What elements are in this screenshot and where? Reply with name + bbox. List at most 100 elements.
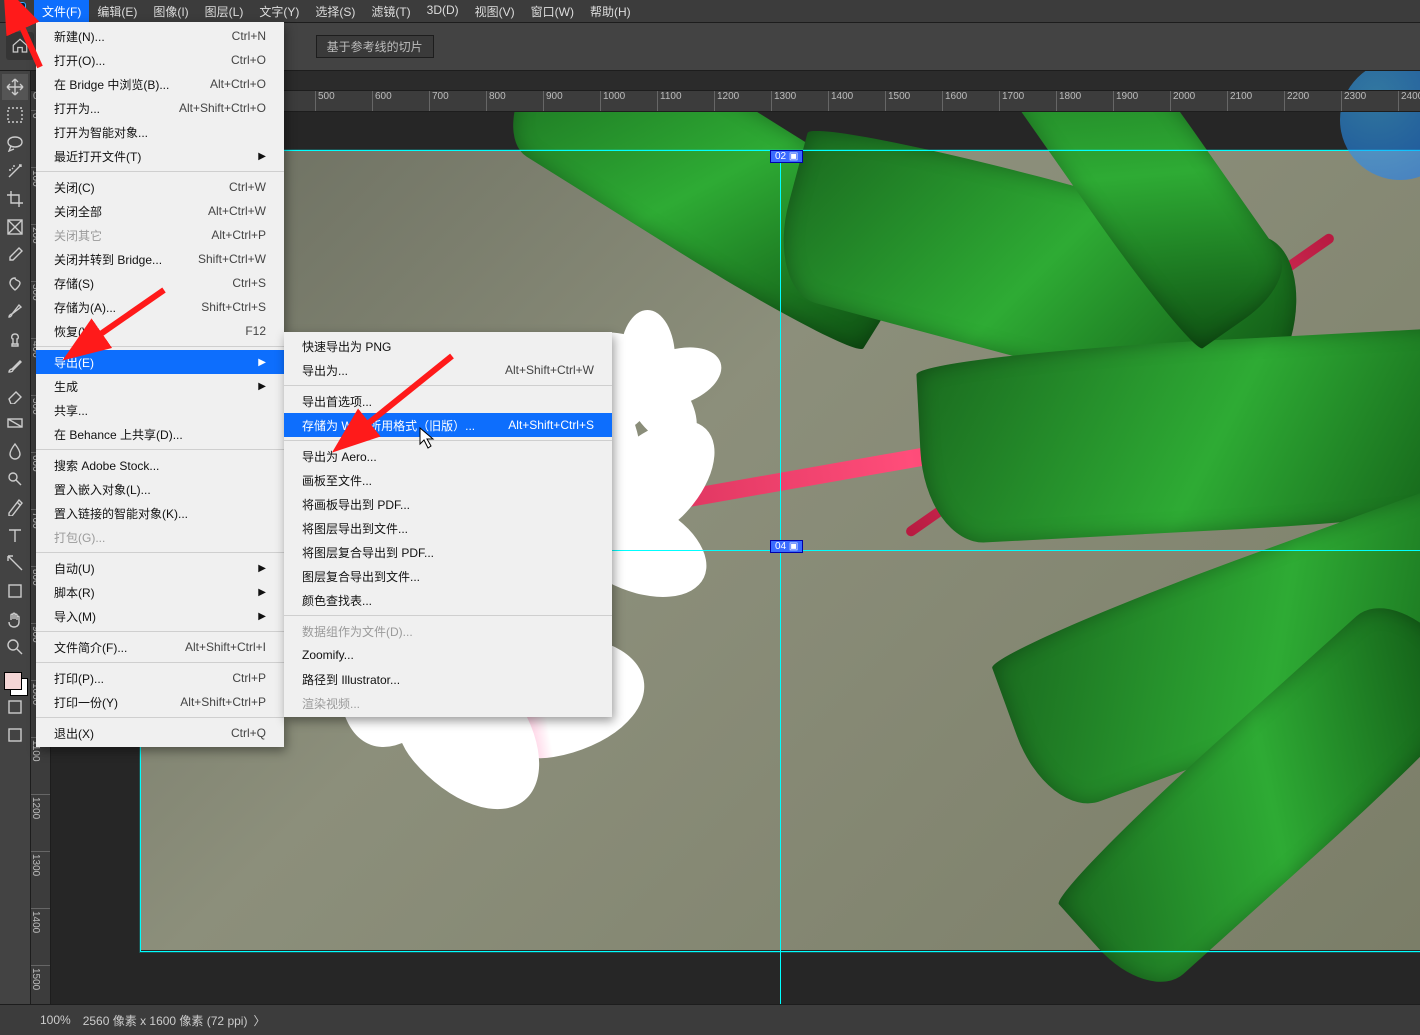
menubar-item-7[interactable]: 3D(D) [419, 0, 467, 23]
file-menu-separator [36, 552, 284, 553]
file-menu-item-21[interactable]: 置入嵌入对象(L)... [36, 477, 284, 501]
h-ruler-tick: 2200 [1284, 91, 1341, 111]
tool-brush[interactable] [2, 298, 28, 324]
file-menu-item-9: 关闭其它Alt+Ctrl+P [36, 223, 284, 247]
file-menu-item-4[interactable]: 打开为智能对象... [36, 120, 284, 144]
home-icon[interactable] [6, 32, 34, 60]
file-menu-item-18[interactable]: 在 Behance 上共享(D)... [36, 422, 284, 446]
tool-eraser[interactable] [2, 382, 28, 408]
tool-heal[interactable] [2, 270, 28, 296]
file-menu-separator [36, 717, 284, 718]
file-menu-item-5[interactable]: 最近打开文件(T)▶ [36, 144, 284, 168]
tool-lasso[interactable] [2, 130, 28, 156]
export-menu-item-7[interactable]: 画板至文件... [284, 468, 612, 492]
slice-from-guides-button[interactable]: 基于参考线的切片 [316, 35, 434, 58]
tool-quickmask[interactable] [2, 694, 28, 720]
menubar-item-10[interactable]: 帮助(H) [582, 0, 639, 23]
tool-wand[interactable] [2, 158, 28, 184]
slice-label-02[interactable]: 02 ▣ [770, 150, 803, 163]
export-menu-item-label: 路径到 Illustrator... [302, 671, 400, 688]
file-menu-item-8[interactable]: 关闭全部Alt+Ctrl+W [36, 199, 284, 223]
tool-dodge[interactable] [2, 466, 28, 492]
export-menu-item-8[interactable]: 将画板导出到 PDF... [284, 492, 612, 516]
tool-move[interactable] [2, 74, 28, 100]
tool-marquee[interactable] [2, 102, 28, 128]
v-ruler-tick: 1500 [30, 965, 50, 1005]
file-menu-item-34[interactable]: 退出(X)Ctrl+Q [36, 721, 284, 745]
tool-stamp[interactable] [2, 326, 28, 352]
file-menu-item-label: 在 Behance 上共享(D)... [54, 426, 183, 443]
menubar-item-6[interactable]: 滤镜(T) [363, 0, 418, 23]
file-menu-item-32[interactable]: 打印一份(Y)Alt+Shift+Ctrl+P [36, 690, 284, 714]
menubar-item-8[interactable]: 视图(V) [467, 0, 523, 23]
export-menu-separator [284, 440, 612, 441]
tool-zoom[interactable] [2, 634, 28, 660]
file-menu-item-10[interactable]: 关闭并转到 Bridge...Shift+Ctrl+W [36, 247, 284, 271]
tool-hand[interactable] [2, 606, 28, 632]
menubar-item-4[interactable]: 文字(Y) [251, 0, 307, 23]
file-menu-item-label: 退出(X) [54, 725, 94, 742]
file-menu-item-25[interactable]: 自动(U)▶ [36, 556, 284, 580]
file-menu-item-2[interactable]: 在 Bridge 中浏览(B)...Alt+Ctrl+O [36, 72, 284, 96]
menubar-item-5[interactable]: 选择(S) [307, 0, 363, 23]
file-menu-item-20[interactable]: 搜索 Adobe Stock... [36, 453, 284, 477]
chevron-right-icon: ▶ [258, 357, 266, 368]
tool-type[interactable] [2, 522, 28, 548]
export-menu-item-shortcut: Alt+Shift+Ctrl+S [508, 418, 594, 432]
export-menu-item-10[interactable]: 将图层复合导出到 PDF... [284, 540, 612, 564]
tool-screenmode[interactable] [2, 722, 28, 748]
file-menu-item-29[interactable]: 文件简介(F)...Alt+Shift+Ctrl+I [36, 635, 284, 659]
tool-history[interactable] [2, 354, 28, 380]
tool-gradient[interactable] [2, 410, 28, 436]
menubar-item-9[interactable]: 窗口(W) [523, 0, 582, 23]
file-menu-item-label: 打印(P)... [54, 670, 104, 687]
h-ruler-tick: 1200 [714, 91, 771, 111]
menubar-item-1[interactable]: 编辑(E) [89, 0, 145, 23]
export-menu-item-6[interactable]: 导出为 Aero... [284, 444, 612, 468]
tool-blur[interactable] [2, 438, 28, 464]
file-menu-item-26[interactable]: 脚本(R)▶ [36, 580, 284, 604]
file-menu-item-17[interactable]: 共享... [36, 398, 284, 422]
tool-eyedrop[interactable] [2, 242, 28, 268]
file-menu-item-shortcut: Ctrl+O [231, 53, 266, 67]
export-menu-item-11[interactable]: 图层复合导出到文件... [284, 564, 612, 588]
export-menu-item-15[interactable]: Zoomify... [284, 643, 612, 667]
tool-path[interactable] [2, 550, 28, 576]
file-menu-item-31[interactable]: 打印(P)...Ctrl+P [36, 666, 284, 690]
export-menu-item-4[interactable]: 存储为 Web 所用格式（旧版）...Alt+Shift+Ctrl+S [284, 413, 612, 437]
export-menu-item-1[interactable]: 导出为...Alt+Shift+Ctrl+W [284, 358, 612, 382]
export-menu-item-16[interactable]: 路径到 Illustrator... [284, 667, 612, 691]
export-menu-item-0[interactable]: 快速导出为 PNG [284, 334, 612, 358]
guide-vertical[interactable] [780, 150, 781, 1005]
file-menu-item-16[interactable]: 生成▶ [36, 374, 284, 398]
tool-pen[interactable] [2, 494, 28, 520]
menubar-item-0[interactable]: 文件(F) [34, 0, 89, 23]
menubar-item-3[interactable]: 图层(L) [197, 0, 252, 23]
file-menu-item-3[interactable]: 打开为...Alt+Shift+Ctrl+O [36, 96, 284, 120]
file-menu-item-1[interactable]: 打开(O)...Ctrl+O [36, 48, 284, 72]
file-menu-item-13[interactable]: 恢复(V)F12 [36, 319, 284, 343]
tool-crop[interactable] [2, 186, 28, 212]
color-swatches[interactable] [4, 672, 26, 694]
tool-shape[interactable] [2, 578, 28, 604]
file-menu-item-15[interactable]: 导出(E)▶ [36, 350, 284, 374]
file-menu-item-22[interactable]: 置入链接的智能对象(K)... [36, 501, 284, 525]
file-menu-item-11[interactable]: 存储(S) Ctrl+S [36, 271, 284, 295]
chevron-right-icon[interactable]: 〉 [253, 1012, 265, 1029]
zoom-level[interactable]: 100% [40, 1013, 71, 1027]
export-menu-item-9[interactable]: 将图层导出到文件... [284, 516, 612, 540]
h-ruler-tick: 1600 [942, 91, 999, 111]
file-menu-item-12[interactable]: 存储为(A)...Shift+Ctrl+S [36, 295, 284, 319]
tool-frame[interactable] [2, 214, 28, 240]
menubar-item-2[interactable]: 图像(I) [145, 0, 196, 23]
doc-dimensions: 2560 像素 x 1600 像素 (72 ppi) [83, 1012, 248, 1029]
export-menu-item-12[interactable]: 颜色查找表... [284, 588, 612, 612]
file-menu-item-label: 存储(S) [54, 275, 94, 292]
file-menu-item-27[interactable]: 导入(M)▶ [36, 604, 284, 628]
file-menu-item-0[interactable]: 新建(N)...Ctrl+N [36, 24, 284, 48]
file-menu-item-7[interactable]: 关闭(C)Ctrl+W [36, 175, 284, 199]
file-menu-item-label: 关闭并转到 Bridge... [54, 251, 162, 268]
slice-label-04[interactable]: 04 ▣ [770, 540, 803, 553]
export-menu-item-3[interactable]: 导出首选项... [284, 389, 612, 413]
file-menu-item-shortcut: Ctrl+S [232, 276, 266, 290]
